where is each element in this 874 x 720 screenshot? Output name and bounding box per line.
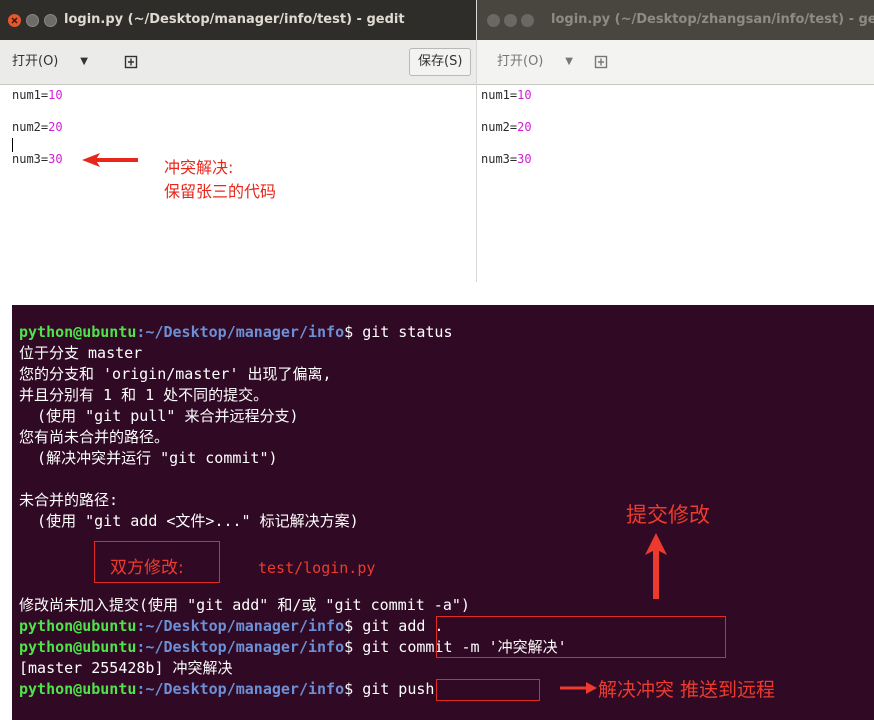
annotation-note-detail: 保留张三的代码 [164, 182, 277, 201]
code-line-1: num1=10 [481, 88, 532, 102]
new-document-icon [124, 55, 138, 69]
annotation-note-title: 冲突解决: [164, 158, 234, 177]
minimize-button[interactable] [26, 14, 39, 27]
close-button[interactable] [8, 14, 21, 27]
terminal-output-line: 修改尚未加入提交(使用 "git add" 和/或 "git commit -a… [19, 596, 470, 614]
chevron-down-icon: ▼ [80, 56, 88, 67]
gedit-window-manager: login.py (~/Desktop/manager/info/test) -… [0, 0, 476, 282]
terminal-line-status-command: python@ubuntu:~/Desktop/manager/info$ gi… [19, 323, 453, 341]
open-button-label: 打开(O) [497, 54, 544, 69]
terminal-line-push-command: python@ubuntu:~/Desktop/manager/info$ gi… [19, 680, 435, 698]
window-title: login.py (~/Desktop/zhangsan/info/test) … [551, 12, 874, 27]
code-line-2: num2=20 [12, 120, 63, 134]
terminal-output-line: (使用 "git pull" 来合并远程分支) [19, 407, 299, 425]
new-tab-button[interactable] [587, 48, 615, 76]
terminal-window[interactable]: python@ubuntu:~/Desktop/manager/info$ gi… [12, 305, 874, 720]
window-title: login.py (~/Desktop/manager/info/test) -… [64, 12, 405, 27]
code-line-2: num2=20 [481, 120, 532, 134]
open-menu-button[interactable]: 打开(O) ▼ [0, 48, 98, 76]
terminal-output-line: 您的分支和 'origin/master' 出现了偏离, [19, 365, 332, 383]
terminal-output-line: 您有尚未合并的路径。 [19, 428, 170, 446]
push-highlight-box [436, 679, 540, 701]
title-bar[interactable]: login.py (~/Desktop/zhangsan/info/test) … [477, 0, 874, 40]
header-bar: 打开(O) ▼ 保存(S) [0, 40, 476, 85]
commands-highlight-box [436, 616, 726, 658]
terminal-output-line: 并且分别有 1 和 1 处不同的提交。 [19, 386, 269, 404]
text-cursor [12, 138, 13, 152]
close-icon [11, 17, 18, 24]
header-bar: 打开(O) ▼ [477, 40, 874, 85]
annotation-push-label: 解决冲突 推送到远程 [598, 679, 776, 701]
arrow-right-icon [560, 682, 597, 694]
terminal-output-line: 位于分支 master [19, 344, 143, 362]
terminal-line-add-command: python@ubuntu:~/Desktop/manager/info$ gi… [19, 617, 444, 635]
terminal-output-line: 未合并的路径: [19, 491, 119, 509]
arrow-up-icon [645, 533, 667, 599]
conflict-file: test/login.py [258, 559, 376, 577]
maximize-button[interactable] [521, 14, 534, 27]
terminal-output-line: (解决冲突并运行 "git commit") [19, 449, 278, 467]
annotation-arrow-icon [82, 153, 138, 167]
text-editor-area[interactable]: num1=10 num2=20 num3=30 [477, 85, 874, 282]
new-document-icon [594, 55, 608, 69]
minimize-button[interactable] [504, 14, 517, 27]
code-line-3: num3=30 [12, 152, 63, 166]
open-button-label: 打开(O) [12, 54, 59, 69]
maximize-button[interactable] [44, 14, 57, 27]
terminal-output-line: [master 255428b] 冲突解决 [19, 659, 233, 677]
new-tab-button[interactable] [117, 48, 145, 76]
conflict-label: 双方修改: [110, 558, 184, 578]
close-button[interactable] [487, 14, 500, 27]
gedit-window-zhangsan: login.py (~/Desktop/zhangsan/info/test) … [476, 0, 874, 282]
annotation-commit-label: 提交修改 [626, 503, 710, 527]
code-line-1: num1=10 [12, 88, 63, 102]
open-menu-button[interactable]: 打开(O) ▼ [485, 48, 583, 76]
save-button[interactable]: 保存(S) [409, 48, 472, 76]
terminal-output-line: (使用 "git add <文件>..." 标记解决方案) [19, 512, 359, 530]
title-bar[interactable]: login.py (~/Desktop/manager/info/test) -… [0, 0, 476, 40]
chevron-down-icon: ▼ [565, 56, 573, 67]
code-line-3: num3=30 [481, 152, 532, 166]
